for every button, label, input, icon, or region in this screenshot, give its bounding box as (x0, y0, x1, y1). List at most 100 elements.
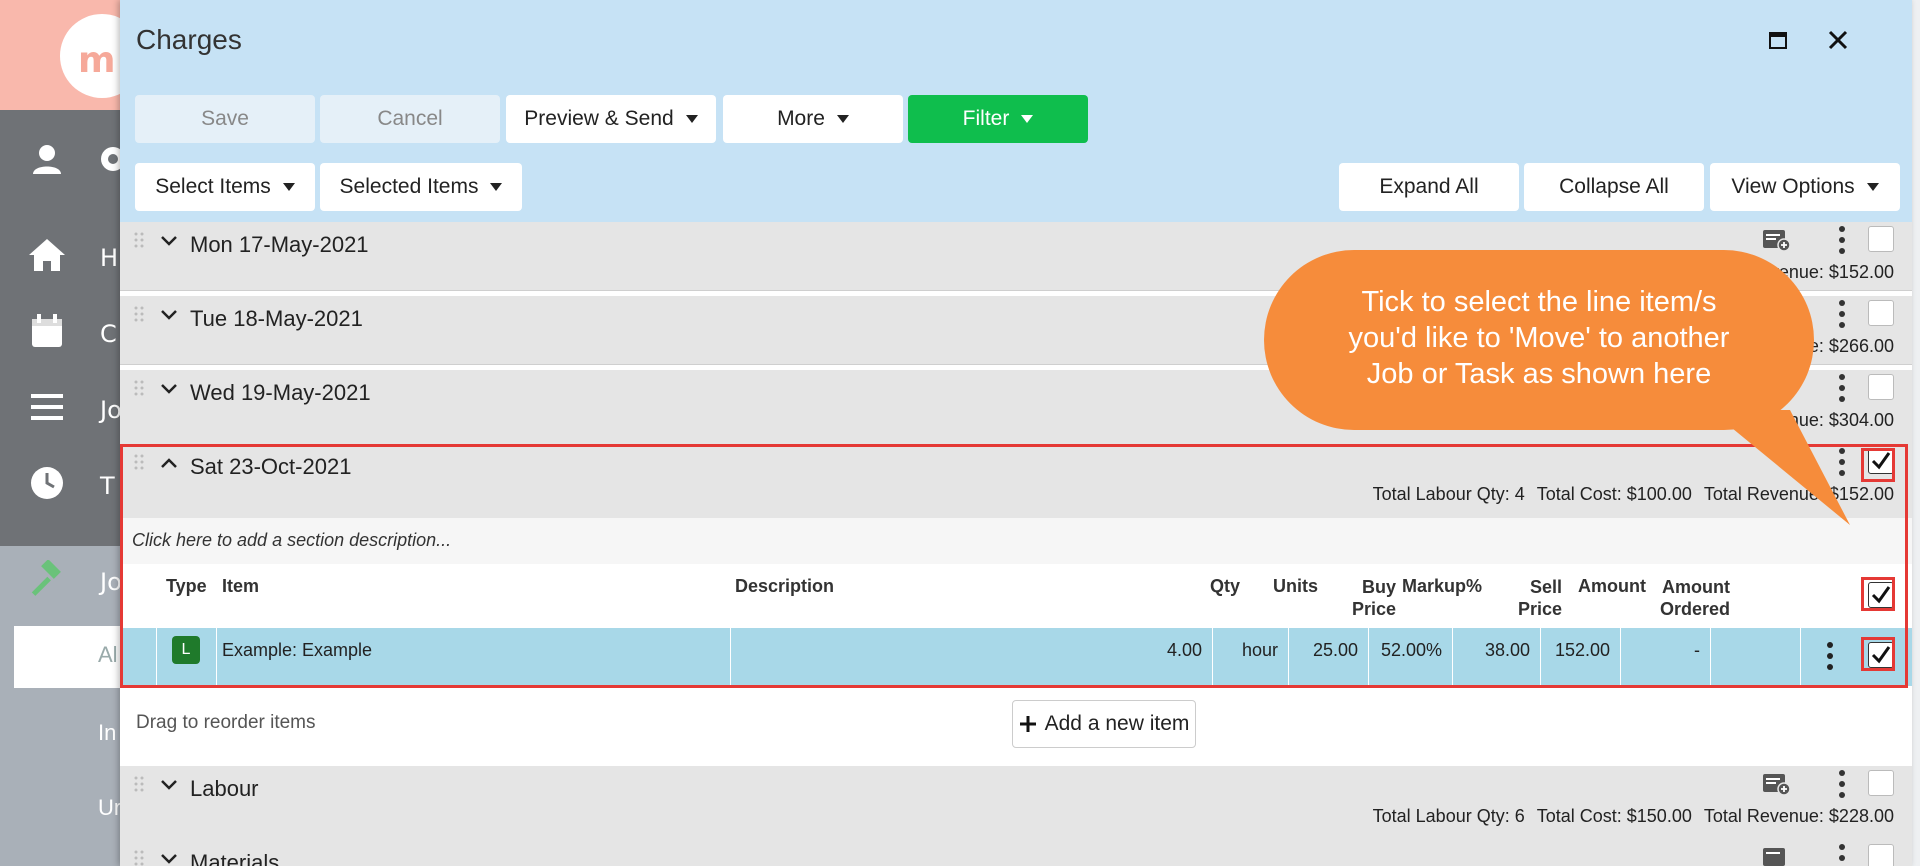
sidebar-subitem[interactable]: In (98, 720, 116, 746)
chevron-down-icon[interactable] (160, 852, 178, 866)
expand-all-button[interactable]: Expand All (1339, 163, 1519, 211)
chevron-down-icon[interactable] (160, 382, 178, 396)
sidebar-subitem-active[interactable]: Al (14, 626, 134, 688)
maximize-icon[interactable] (1766, 28, 1792, 54)
add-item-button[interactable]: Add a new item (1012, 700, 1196, 748)
section-sat-23-oct[interactable]: Sat 23-Oct-2021 Total Labour Qty: 4 Total… (120, 444, 1912, 519)
col-type: Type (166, 576, 207, 596)
col-markup: Markup% (1401, 576, 1482, 596)
drag-handle-icon[interactable] (134, 380, 144, 396)
more-button[interactable]: More (723, 95, 903, 143)
cell-amount[interactable]: 152.00 (1548, 640, 1610, 661)
section-materials[interactable]: Materials (120, 840, 1912, 866)
kebab-menu-icon[interactable] (1820, 640, 1840, 672)
chevron-down-icon[interactable] (160, 234, 178, 248)
cell-units[interactable]: hour (1220, 640, 1278, 661)
chevron-up-icon[interactable] (160, 456, 178, 470)
close-icon[interactable] (1824, 26, 1852, 54)
drag-hint: Drag to reorder items (136, 712, 316, 733)
section-checkbox[interactable] (1868, 448, 1894, 474)
col-buy-price: Buy Price (1351, 577, 1396, 619)
cell-sell-price[interactable]: 38.00 (1460, 640, 1530, 661)
select-items-button[interactable]: Select Items (135, 163, 315, 211)
drag-handle-icon[interactable] (134, 454, 144, 470)
section-title: Sat 23-Oct-2021 (190, 454, 352, 479)
menu-icon[interactable] (24, 384, 70, 430)
section-labour[interactable]: Labour Total Labour Qty: 6 Total Cost: $1… (120, 766, 1912, 841)
add-note-icon[interactable] (1762, 228, 1790, 252)
items-table-header: Type Item Description Qty Units Buy Price… (120, 564, 1912, 628)
cell-markup[interactable]: 52.00% (1376, 640, 1442, 661)
kebab-menu-icon[interactable] (1832, 372, 1852, 404)
col-qty: Qty (1209, 576, 1240, 596)
sidebar-nav: H C Jo T (0, 110, 130, 546)
checkmark-icon (1871, 646, 1891, 664)
select-all-items-checkbox[interactable] (1868, 582, 1894, 608)
caret-down-icon (685, 115, 698, 123)
cell-qty[interactable]: 4.00 (1140, 640, 1202, 661)
gavel-icon[interactable] (24, 556, 70, 602)
table-row[interactable]: L Example: Example 4.00 hour 25.00 52.00… (120, 628, 1912, 686)
section-checkbox[interactable] (1868, 300, 1894, 326)
preview-send-button[interactable]: Preview & Send (506, 95, 716, 143)
section-title: Labour (190, 776, 259, 801)
logo-text: m (78, 40, 116, 81)
drag-handle-icon[interactable] (134, 850, 144, 866)
labour-type-badge: L (172, 636, 200, 664)
section-checkbox[interactable] (1868, 770, 1894, 796)
collapse-all-button[interactable]: Collapse All (1524, 163, 1704, 211)
caret-down-icon (836, 115, 849, 123)
section-title: Mon 17-May-2021 (190, 232, 369, 257)
cancel-button[interactable]: Cancel (320, 95, 500, 143)
view-options-button[interactable]: View Options (1710, 163, 1900, 211)
cell-buy-price[interactable]: 25.00 (1296, 640, 1358, 661)
instruction-callout: Tick to select the line item/s you'd lik… (1264, 250, 1814, 430)
filter-button[interactable]: Filter (908, 95, 1088, 143)
checkmark-icon (1871, 452, 1891, 470)
sidebar-item-label[interactable]: Jo (100, 568, 122, 596)
col-sell-price: Sell Price (1517, 577, 1562, 619)
item-checkbox[interactable] (1868, 642, 1894, 668)
section-checkbox[interactable] (1868, 226, 1894, 252)
section-description[interactable]: Click here to add a section description.… (120, 518, 1912, 565)
col-item: Item (222, 576, 260, 596)
calendar-icon[interactable] (24, 308, 70, 354)
add-note-icon[interactable] (1762, 772, 1790, 796)
drag-handle-icon[interactable] (134, 776, 144, 792)
sidebar-item-label[interactable]: T (100, 472, 115, 500)
drag-handle-icon[interactable] (134, 306, 144, 322)
save-button[interactable]: Save (135, 95, 315, 143)
sidebar-item-label[interactable]: C (100, 320, 117, 348)
checkmark-icon (1871, 586, 1891, 604)
section-checkbox[interactable] (1868, 844, 1894, 866)
clock-icon[interactable] (24, 460, 70, 506)
selected-items-button[interactable]: Selected Items (320, 163, 522, 211)
chevron-down-icon[interactable] (160, 308, 178, 322)
kebab-menu-icon[interactable] (1832, 768, 1852, 800)
section-title: Wed 19-May-2021 (190, 380, 371, 405)
section-title: Tue 18-May-2021 (190, 306, 363, 331)
dialog-header: Charges Save Cancel Preview & Send More … (120, 0, 1912, 222)
chevron-down-icon[interactable] (160, 778, 178, 792)
cell-amount-ordered: - (1694, 640, 1700, 660)
section-totals: Total Labour Qty: 6 Total Cost: $150.00 To… (1372, 806, 1894, 826)
plus-icon (1019, 716, 1036, 732)
cell-item[interactable]: Example: Example (222, 640, 372, 661)
sidebar-header: m (0, 0, 144, 110)
user-icon[interactable] (24, 136, 70, 182)
kebab-menu-icon[interactable] (1832, 842, 1852, 866)
kebab-menu-icon[interactable] (1832, 224, 1852, 256)
charges-dialog: Charges Save Cancel Preview & Send More … (120, 0, 1912, 866)
sidebar-subitem[interactable]: Ur (98, 795, 121, 821)
kebab-menu-icon[interactable] (1832, 298, 1852, 330)
dialog-title: Charges (136, 24, 242, 55)
drag-handle-icon[interactable] (134, 232, 144, 248)
col-units: Units (1273, 576, 1318, 596)
sidebar-item-label[interactable]: Jo (100, 396, 122, 424)
add-note-icon[interactable] (1762, 846, 1790, 866)
caret-down-icon (490, 183, 503, 191)
sidebar-item-label[interactable]: H (100, 244, 118, 272)
section-title: Materials (190, 850, 280, 866)
section-checkbox[interactable] (1868, 374, 1894, 400)
home-icon[interactable] (24, 232, 70, 278)
